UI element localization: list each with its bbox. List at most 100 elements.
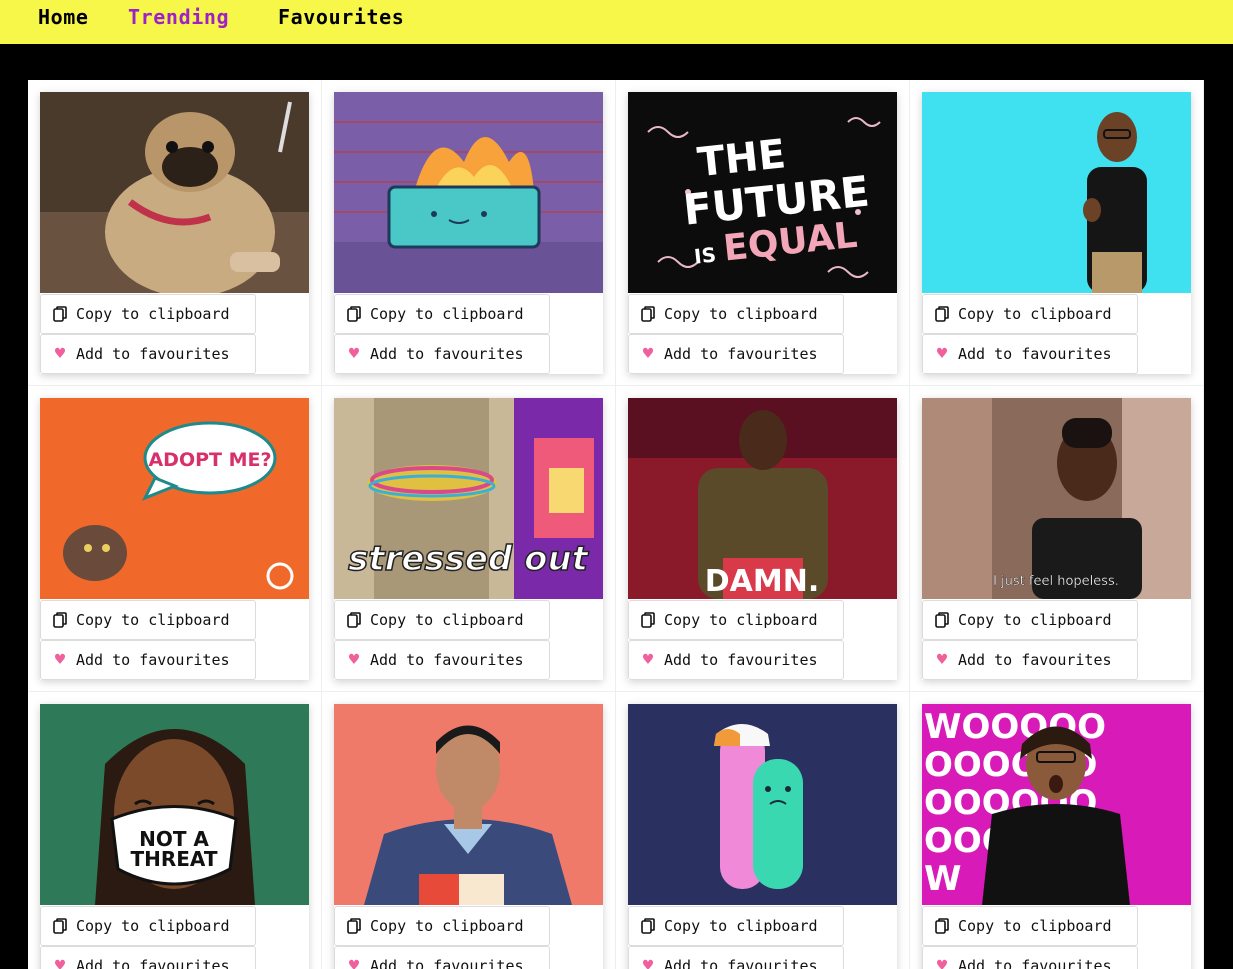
clipboard-icon (52, 918, 68, 934)
gif-card-inner: Copy to clipboard ♥ Add to favourites (334, 92, 603, 374)
fav-button-label: Add to favourites (664, 651, 818, 669)
gif-card-inner: THE FUTURE IS EQUAL Copy to clipboard ♥ … (628, 92, 897, 374)
copy-button-label: Copy to clipboard (370, 305, 524, 323)
copy-button-label: Copy to clipboard (958, 611, 1112, 629)
clipboard-icon (934, 306, 950, 322)
copy-to-clipboard-button[interactable]: Copy to clipboard (40, 294, 256, 334)
gif-card: Copy to clipboard ♥ Add to favourites (322, 692, 616, 969)
svg-text:IS: IS (693, 243, 717, 269)
copy-to-clipboard-button[interactable]: Copy to clipboard (334, 294, 550, 334)
gif-card: ADOPT ME? Copy to clipboard ♥ Add to fav… (28, 386, 322, 692)
copy-to-clipboard-button[interactable]: Copy to clipboard (40, 906, 256, 946)
fav-button-label: Add to favourites (958, 957, 1112, 969)
gif-image[interactable]: I just feel hopeless. (922, 398, 1191, 599)
heart-icon: ♥ (642, 649, 654, 670)
gif-image[interactable]: THE FUTURE IS EQUAL (628, 92, 897, 293)
gif-grid: Copy to clipboard ♥ Add to favourites Co… (28, 80, 1204, 969)
fav-button-label: Add to favourites (958, 651, 1112, 669)
gif-image-art: WOOOOO OOOOOO OOOOOO OOOOOO W (922, 704, 1191, 905)
gif-image-art (334, 92, 603, 293)
heart-icon: ♥ (348, 955, 360, 969)
add-to-favourites-button[interactable]: ♥ Add to favourites (40, 640, 256, 680)
clipboard-icon (934, 612, 950, 628)
gif-card: NOT A THREAT Copy to clipboard ♥ Add to … (28, 692, 322, 969)
copy-button-label: Copy to clipboard (664, 917, 818, 935)
nav-favourites-link[interactable]: Favourites (278, 5, 404, 29)
gif-image[interactable]: WOOOOO OOOOOO OOOOOO OOOOOO W (922, 704, 1191, 905)
copy-button-label: Copy to clipboard (76, 917, 230, 935)
gif-card: Copy to clipboard ♥ Add to favourites (322, 80, 616, 386)
fav-button-label: Add to favourites (664, 957, 818, 969)
add-to-favourites-button[interactable]: ♥ Add to favourites (922, 334, 1138, 374)
gif-card-inner: DAMN. Copy to clipboard ♥ Add to favouri… (628, 398, 897, 680)
gif-card-inner: I just feel hopeless. Copy to clipboard … (922, 398, 1191, 680)
gif-image[interactable]: NOT A THREAT (40, 704, 309, 905)
nav-home-link[interactable]: Home (38, 5, 89, 29)
add-to-favourites-button[interactable]: ♥ Add to favourites (334, 946, 550, 969)
gif-card: WOOOOO OOOOOO OOOOOO OOOOOO W Copy to cl… (910, 692, 1204, 969)
gif-card-inner: stressed out Copy to clipboard ♥ Add to … (334, 398, 603, 680)
copy-to-clipboard-button[interactable]: Copy to clipboard (628, 600, 844, 640)
copy-to-clipboard-button[interactable]: Copy to clipboard (922, 600, 1138, 640)
fav-button-label: Add to favourites (958, 345, 1112, 363)
heart-icon: ♥ (642, 955, 654, 969)
gif-card: Copy to clipboard ♥ Add to favourites (616, 692, 910, 969)
add-to-favourites-button[interactable]: ♥ Add to favourites (628, 946, 844, 969)
copy-to-clipboard-button[interactable]: Copy to clipboard (334, 906, 550, 946)
copy-to-clipboard-button[interactable]: Copy to clipboard (40, 600, 256, 640)
copy-button-label: Copy to clipboard (664, 611, 818, 629)
gif-image[interactable] (334, 704, 603, 905)
gif-card: Copy to clipboard ♥ Add to favourites (28, 80, 322, 386)
clipboard-icon (52, 306, 68, 322)
gif-image-art: NOT A THREAT (40, 704, 309, 905)
clipboard-icon (346, 306, 362, 322)
gif-image[interactable] (334, 92, 603, 293)
add-to-favourites-button[interactable]: ♥ Add to favourites (40, 946, 256, 969)
heart-icon: ♥ (54, 343, 66, 364)
copy-to-clipboard-button[interactable]: Copy to clipboard (628, 294, 844, 334)
copy-button-label: Copy to clipboard (370, 917, 524, 935)
gif-card: I just feel hopeless. Copy to clipboard … (910, 386, 1204, 692)
svg-text:THREAT: THREAT (130, 847, 217, 871)
heart-icon: ♥ (936, 649, 948, 670)
clipboard-icon (934, 918, 950, 934)
add-to-favourites-button[interactable]: ♥ Add to favourites (334, 334, 550, 374)
fav-button-label: Add to favourites (664, 345, 818, 363)
gif-card: DAMN. Copy to clipboard ♥ Add to favouri… (616, 386, 910, 692)
copy-to-clipboard-button[interactable]: Copy to clipboard (922, 906, 1138, 946)
gif-card-inner: ADOPT ME? Copy to clipboard ♥ Add to fav… (40, 398, 309, 680)
copy-to-clipboard-button[interactable]: Copy to clipboard (628, 906, 844, 946)
add-to-favourites-button[interactable]: ♥ Add to favourites (334, 640, 550, 680)
fav-button-label: Add to favourites (76, 957, 230, 969)
add-to-favourites-button[interactable]: ♥ Add to favourites (628, 640, 844, 680)
heart-icon: ♥ (348, 343, 360, 364)
copy-button-label: Copy to clipboard (370, 611, 524, 629)
clipboard-icon (640, 306, 656, 322)
add-to-favourites-button[interactable]: ♥ Add to favourites (40, 334, 256, 374)
add-to-favourites-button[interactable]: ♥ Add to favourites (628, 334, 844, 374)
nav-trending-link[interactable]: Trending (128, 5, 229, 29)
add-to-favourites-button[interactable]: ♥ Add to favourites (922, 640, 1138, 680)
fav-button-label: Add to favourites (370, 651, 524, 669)
svg-text:ADOPT ME?: ADOPT ME? (148, 449, 271, 471)
add-to-favourites-button[interactable]: ♥ Add to favourites (922, 946, 1138, 969)
heart-icon: ♥ (642, 343, 654, 364)
gif-image[interactable]: ADOPT ME? (40, 398, 309, 599)
svg-text:W: W (924, 859, 962, 899)
gif-image[interactable]: DAMN. (628, 398, 897, 599)
copy-to-clipboard-button[interactable]: Copy to clipboard (922, 294, 1138, 334)
heart-icon: ♥ (936, 955, 948, 969)
gif-card: THE FUTURE IS EQUAL Copy to clipboard ♥ … (616, 80, 910, 386)
gif-card-inner: Copy to clipboard ♥ Add to favourites (922, 92, 1191, 374)
heart-icon: ♥ (54, 955, 66, 969)
fav-button-label: Add to favourites (76, 345, 230, 363)
gif-image-art (40, 92, 309, 293)
gif-image[interactable]: stressed out (334, 398, 603, 599)
copy-to-clipboard-button[interactable]: Copy to clipboard (334, 600, 550, 640)
gif-image[interactable] (922, 92, 1191, 293)
gif-image[interactable] (40, 92, 309, 293)
fav-button-label: Add to favourites (370, 957, 524, 969)
gif-image-art (922, 92, 1191, 293)
gif-image[interactable] (628, 704, 897, 905)
clipboard-icon (346, 612, 362, 628)
